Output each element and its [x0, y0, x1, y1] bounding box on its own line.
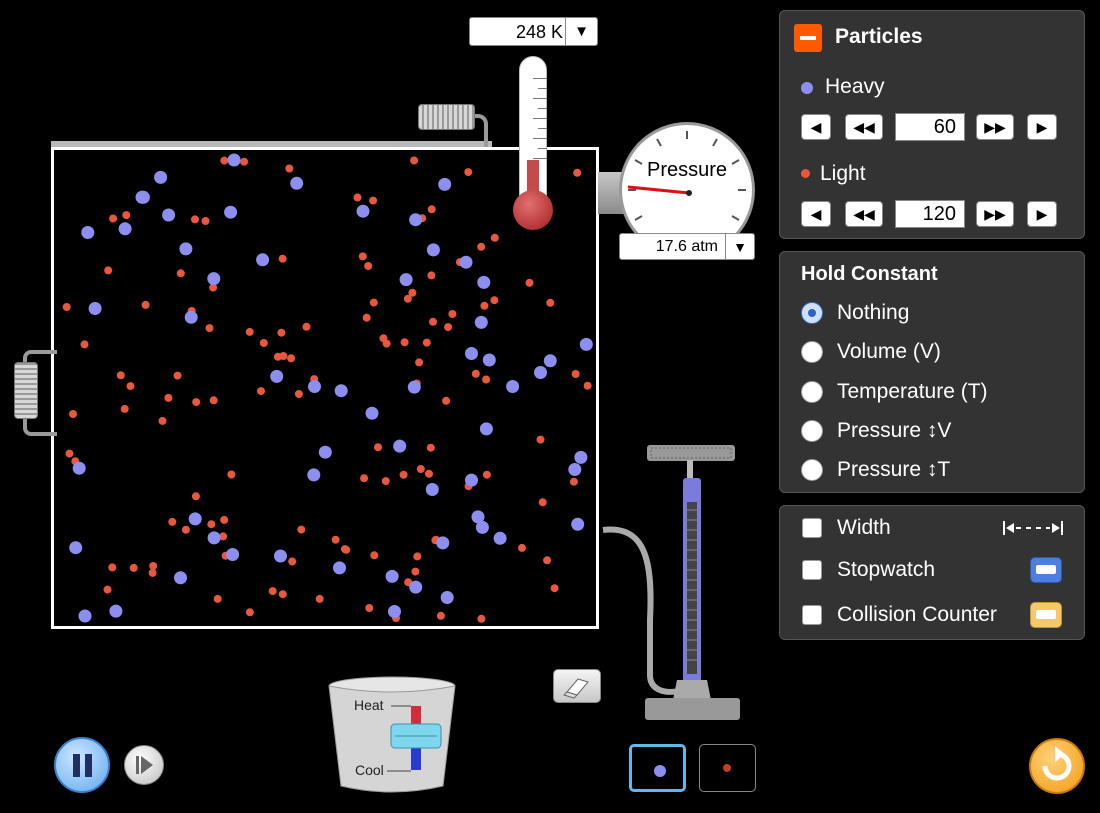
- width-label[interactable]: Width: [837, 516, 891, 540]
- option-temperature-label[interactable]: Temperature (T): [837, 380, 988, 404]
- radio-pressure-v[interactable]: [801, 420, 823, 442]
- temperature-value: 248 K: [515, 22, 563, 42]
- reset-all-button[interactable]: [1029, 738, 1085, 794]
- heavy-decrement-ten-button[interactable]: ◀◀: [845, 114, 883, 140]
- stopwatch-label[interactable]: Stopwatch: [837, 558, 935, 582]
- radio-volume[interactable]: [801, 341, 823, 363]
- light-increment-ten-button[interactable]: ▶▶: [976, 201, 1014, 227]
- counter-icon: [1030, 602, 1062, 628]
- hold-constant-panel: Hold Constant Nothing Volume (V) Tempera…: [779, 251, 1085, 493]
- light-particle-icon: [723, 764, 731, 772]
- collision-counter-label[interactable]: Collision Counter: [837, 603, 997, 627]
- triangle-down-icon[interactable]: ▼: [565, 18, 597, 45]
- pressure-readout[interactable]: 17.6 atm ▼: [619, 233, 755, 260]
- heavy-particle-icon: [654, 765, 666, 777]
- particles-panel: Particles Heavy ◀ ◀◀ 60 ▶▶ ▶ Light ◀ ◀◀ …: [779, 10, 1085, 239]
- eraser-icon: [563, 678, 589, 699]
- gauge-label: Pressure: [646, 159, 728, 181]
- stopwatch-checkbox[interactable]: [802, 560, 822, 580]
- thermometer-bulb: [513, 190, 553, 230]
- collapse-particles-button[interactable]: [794, 24, 822, 52]
- radio-pressure-t[interactable]: [801, 459, 823, 481]
- hold-constant-title: Hold Constant: [801, 263, 938, 285]
- radio-temperature[interactable]: [801, 381, 823, 403]
- reset-icon: [1042, 746, 1072, 781]
- width-arrows-icon: [1003, 521, 1063, 535]
- particles-title: Particles: [835, 25, 923, 48]
- heat-cool-bucket[interactable]: [327, 676, 457, 794]
- option-volume-label[interactable]: Volume (V): [837, 340, 941, 364]
- light-species-button[interactable]: [699, 744, 756, 792]
- heavy-species-button[interactable]: [629, 744, 686, 792]
- option-pressure-v-label[interactable]: Pressure ↕V: [837, 419, 951, 443]
- heavy-decrement-button[interactable]: ◀: [801, 114, 831, 140]
- option-pressure-t-label[interactable]: Pressure ↕T: [837, 458, 950, 482]
- gauge-needle: [627, 185, 690, 195]
- option-nothing-label[interactable]: Nothing: [837, 301, 909, 325]
- collision-counter-checkbox[interactable]: [802, 605, 822, 625]
- light-decrement-button[interactable]: ◀: [801, 201, 831, 227]
- pressure-value: 17.6 atm: [655, 238, 718, 255]
- side-handle[interactable]: [14, 362, 38, 419]
- heavy-label: Heavy: [825, 75, 885, 98]
- eraser-button[interactable]: [553, 669, 601, 703]
- heavy-increment-ten-button[interactable]: ▶▶: [976, 114, 1014, 140]
- light-particle-icon: [801, 169, 810, 178]
- bicycle-pump[interactable]: [595, 440, 745, 730]
- lid-handle[interactable]: [418, 104, 475, 130]
- pause-button[interactable]: [54, 737, 110, 793]
- cool-label: Cool: [355, 762, 384, 778]
- heavy-increment-button[interactable]: ▶: [1027, 114, 1057, 140]
- light-increment-button[interactable]: ▶: [1027, 201, 1057, 227]
- stopwatch-icon: [1030, 557, 1062, 583]
- step-icon: [136, 756, 153, 774]
- light-decrement-ten-button[interactable]: ◀◀: [845, 201, 883, 227]
- heavy-count-value[interactable]: 60: [895, 113, 965, 141]
- temperature-readout[interactable]: 248 K ▼: [469, 17, 598, 46]
- radio-nothing[interactable]: [801, 302, 823, 324]
- step-button[interactable]: [124, 745, 164, 785]
- heat-label: Heat: [354, 697, 384, 713]
- light-count-value[interactable]: 120: [895, 200, 965, 228]
- heavy-particle-icon: [801, 82, 813, 94]
- width-checkbox[interactable]: [802, 518, 822, 538]
- tools-panel: Width Stopwatch Collision Counter: [779, 505, 1085, 640]
- light-label: Light: [820, 162, 866, 185]
- triangle-down-icon[interactable]: ▼: [725, 234, 754, 259]
